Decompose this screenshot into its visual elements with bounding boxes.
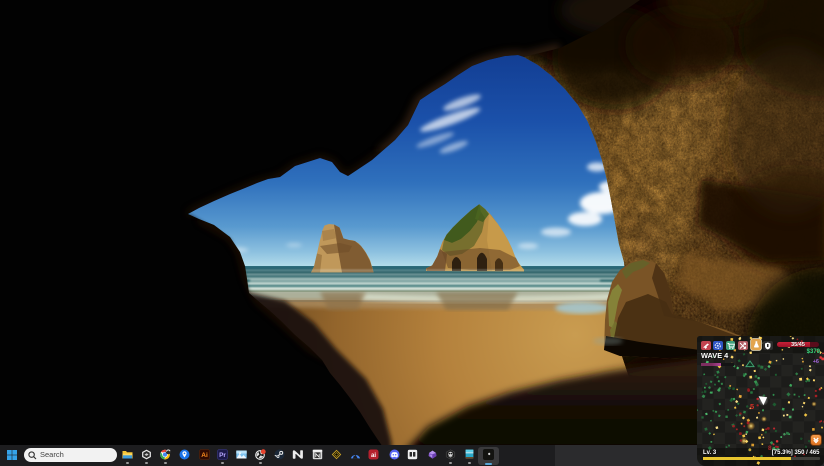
svg-text:Ai: Ai <box>201 452 208 459</box>
svg-text:Pr: Pr <box>219 452 226 459</box>
svg-text:5: 5 <box>750 402 754 411</box>
svg-text:ai: ai <box>371 453 376 459</box>
